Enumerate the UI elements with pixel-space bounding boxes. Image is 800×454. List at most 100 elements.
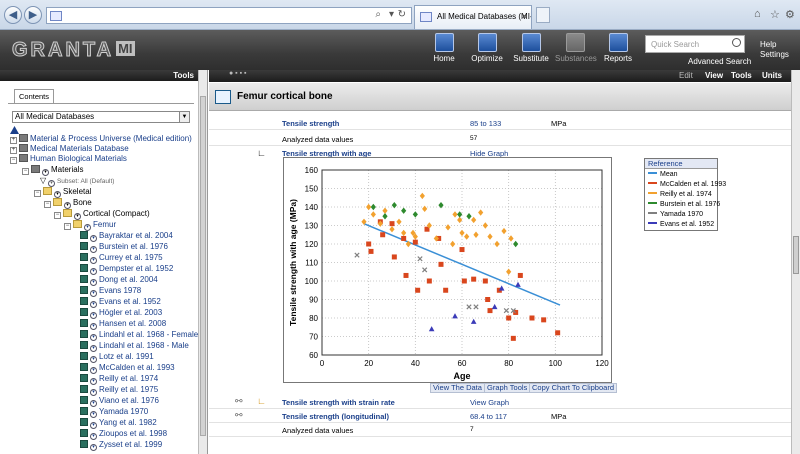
legend-entry: Evans et al. 1952 bbox=[648, 220, 714, 230]
filter-icon: ▽ bbox=[40, 176, 47, 185]
table-icon bbox=[31, 165, 40, 173]
x-tick-label: 120 bbox=[595, 359, 609, 368]
favorites-star-icon[interactable]: ☆ bbox=[770, 8, 780, 21]
tree-leaf[interactable]: ▾ Lindahl et al. 1968 - Female bbox=[80, 330, 198, 341]
radio-icon: ▾ bbox=[74, 213, 81, 220]
help-settings[interactable]: Help Settings bbox=[760, 40, 789, 60]
record-toolbar-icons[interactable]: ● ▪ ▪ ▪ bbox=[229, 70, 247, 77]
help-link[interactable]: Help bbox=[760, 40, 789, 50]
advanced-search-link[interactable]: Advanced Search bbox=[688, 57, 751, 66]
tree-leaf[interactable]: ▾ Reilly et al. 1975 bbox=[80, 385, 158, 396]
browser-tab[interactable]: All Medical Databases (MI-... × bbox=[414, 5, 532, 29]
chevron-down-icon[interactable]: ▼ bbox=[179, 112, 189, 122]
tree-leaf[interactable]: ▾ Yang et al. 1982 bbox=[80, 418, 157, 429]
close-tab-icon[interactable]: × bbox=[522, 11, 527, 21]
property-name[interactable]: Tensile strength with strain rate bbox=[282, 398, 395, 407]
tree-leaf[interactable]: ▾ Dong et al. 2004 bbox=[80, 275, 158, 286]
menu-tools[interactable]: Tools bbox=[731, 71, 752, 80]
tree-leaf[interactable]: ▾ Högler et al. 2003 bbox=[80, 308, 162, 319]
view-data-button[interactable]: View The Data bbox=[430, 383, 485, 393]
copy-chart-button[interactable]: Copy Chart To Clipboard bbox=[529, 383, 617, 393]
home-browser-icon[interactable]: ⌂ bbox=[754, 8, 761, 20]
tree-leaf[interactable]: ▾ Dempster et al. 1952 bbox=[80, 264, 173, 275]
settings-gear-icon[interactable]: ⚙ bbox=[785, 8, 795, 21]
search-icon[interactable] bbox=[732, 38, 741, 47]
menu-edit[interactable]: Edit bbox=[679, 71, 693, 80]
reports-button[interactable]: Reports bbox=[603, 33, 633, 63]
property-row-strain-rate: ⚯ ∟ Tensile strength with strain rate Vi… bbox=[209, 394, 791, 409]
menu-units[interactable]: Units bbox=[762, 71, 782, 80]
database-select[interactable]: All Medical Databases ▼ bbox=[12, 111, 190, 123]
record-icon bbox=[80, 231, 88, 239]
settings-link[interactable]: Settings bbox=[760, 50, 789, 60]
property-value: 68.4 to 117 bbox=[470, 412, 507, 421]
menu-view[interactable]: View bbox=[705, 71, 723, 80]
tree-item[interactable]: − ▾ Cortical (Compact) bbox=[54, 209, 150, 220]
tree-leaf[interactable]: ▾ Burstein et al. 1976 bbox=[80, 242, 168, 253]
tree-leaf[interactable]: ▾ Evans et al. 1952 bbox=[80, 297, 161, 308]
data-point bbox=[412, 239, 418, 245]
forward-arrow-icon[interactable]: ▶ bbox=[24, 6, 42, 24]
data-point bbox=[513, 240, 519, 248]
tree-leaf[interactable]: ▾ Yamada 1970 bbox=[80, 407, 148, 418]
data-point bbox=[485, 297, 491, 302]
tree-leaf[interactable]: ▾ Zysset et al. 1999 bbox=[80, 440, 162, 451]
search-icon[interactable]: ⌕ bbox=[375, 9, 381, 20]
right-scrollbar-thumb[interactable] bbox=[793, 236, 799, 274]
address-bar[interactable]: ⌕ ▾ ↻ bbox=[46, 7, 412, 24]
back-arrow-icon[interactable]: ◀ bbox=[4, 6, 22, 24]
tree-leaf[interactable]: ▾ McCalden et al. 1993 bbox=[80, 363, 175, 374]
property-name[interactable]: Tensile strength (longitudinal) bbox=[282, 412, 389, 421]
data-point bbox=[529, 315, 535, 321]
radio-icon: ▾ bbox=[90, 345, 97, 352]
tree-leaf[interactable]: ▾ Lindahl et al. 1968 - Male bbox=[80, 341, 189, 352]
tree-item[interactable]: + Material & Process Universe (Medical ed… bbox=[10, 134, 192, 144]
y-tick-label: 90 bbox=[309, 296, 318, 305]
x-tick-label: 80 bbox=[504, 359, 513, 368]
tree-item[interactable]: − ▾ Bone bbox=[44, 198, 92, 209]
data-point bbox=[508, 235, 514, 242]
app-header: GRANTA MI Home Optimize Substitute Substa… bbox=[0, 30, 800, 70]
property-name[interactable]: Tensile strength bbox=[282, 119, 339, 128]
tree-item[interactable]: − ▾ Femur bbox=[64, 220, 116, 231]
tree-item[interactable]: − ▾ Skeletal bbox=[34, 187, 91, 198]
tree-leaf[interactable]: ▾ Lotz et al. 1991 bbox=[80, 352, 154, 363]
substitute-button[interactable]: Substitute bbox=[512, 33, 550, 63]
data-point bbox=[501, 227, 507, 235]
y-tick-label: 80 bbox=[309, 314, 318, 323]
tree-leaf[interactable]: ▾ Evans 1978 bbox=[80, 286, 141, 297]
tree-item[interactable]: − ▾ Materials bbox=[22, 165, 83, 176]
data-point bbox=[457, 211, 463, 218]
quick-search-input[interactable]: Quick Search bbox=[645, 35, 745, 53]
tree-leaf[interactable]: ▾ Reilly et al. 1974 bbox=[80, 374, 158, 385]
tree-leaf[interactable]: ▾ Bayraktar et al. 2004 bbox=[80, 231, 173, 242]
property-name: Analyzed data values bbox=[282, 135, 354, 144]
subset-item[interactable]: ▽ ▾ Subset: All (Default) bbox=[40, 176, 114, 187]
optimize-button[interactable]: Optimize bbox=[470, 33, 504, 63]
y-tick-label: 110 bbox=[305, 259, 318, 268]
tools-header[interactable]: Tools bbox=[0, 70, 198, 81]
radio-icon: ▾ bbox=[84, 224, 91, 231]
tree-item[interactable]: − Human Biological Materials bbox=[10, 154, 127, 164]
tab-contents[interactable]: Contents bbox=[14, 89, 54, 103]
graph-tools-button[interactable]: Graph Tools bbox=[484, 383, 531, 393]
home-button[interactable]: Home bbox=[429, 33, 459, 63]
view-graph-link[interactable]: View Graph bbox=[470, 398, 509, 407]
substitute-icon bbox=[521, 33, 541, 52]
radio-icon: ▾ bbox=[64, 202, 71, 209]
folder-icon bbox=[43, 187, 52, 195]
refresh-icon[interactable]: ↻ bbox=[398, 9, 406, 20]
left-scrollbar-thumb[interactable] bbox=[200, 96, 206, 436]
radio-icon: ▾ bbox=[90, 356, 97, 363]
tree-leaf[interactable]: ▾ Currey et al. 1975 bbox=[80, 253, 163, 264]
data-point bbox=[459, 229, 465, 237]
legend-swatch bbox=[648, 192, 657, 194]
data-point bbox=[417, 256, 423, 262]
tree-leaf[interactable]: ▾ Viano et al. 1976 bbox=[80, 396, 159, 407]
tree-leaf[interactable]: ▾ Hansen et al. 2008 bbox=[80, 319, 166, 330]
tree-leaf[interactable]: ▾ Zioupos et al. 1998 bbox=[80, 429, 167, 440]
new-tab-button[interactable] bbox=[536, 7, 550, 23]
data-point bbox=[438, 261, 444, 267]
tree-item[interactable]: + Medical Materials Database bbox=[10, 144, 129, 154]
dropdown-icon[interactable]: ▾ bbox=[389, 9, 394, 20]
